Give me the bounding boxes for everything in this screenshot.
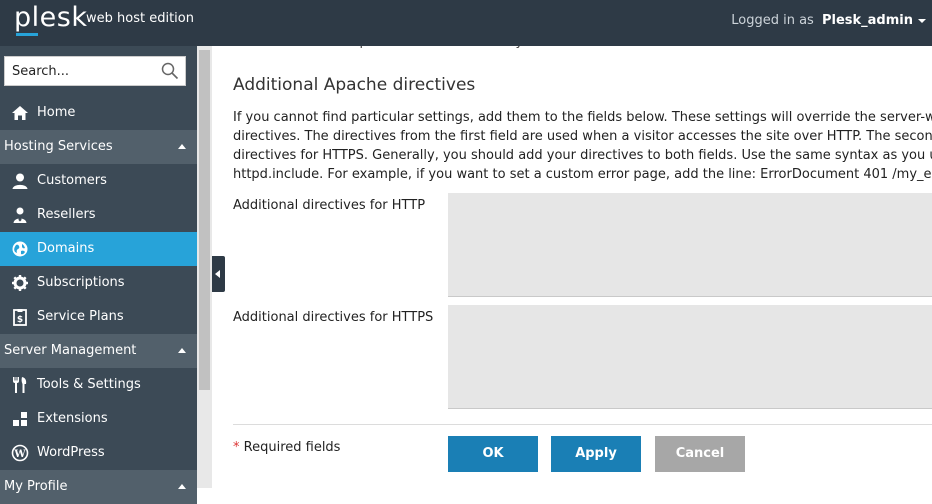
- https-directives-label: Additional directives for HTTPS: [233, 310, 434, 325]
- sidebar-item-label: Extensions: [37, 411, 108, 426]
- edition-label: web host edition: [86, 11, 194, 26]
- svg-text:$: $: [17, 315, 23, 325]
- sidebar-item-label: Tools & Settings: [37, 377, 141, 392]
- sidebar-item-customers[interactable]: Customers: [0, 164, 197, 198]
- sidebar-item-service-plans[interactable]: $ Service Plans: [0, 300, 197, 334]
- sidebar-item-label: WordPress: [37, 445, 105, 460]
- sidebar-section-my-profile[interactable]: My Profile: [0, 470, 197, 504]
- wordpress-icon: W: [11, 444, 29, 462]
- sidebar-collapse-handle[interactable]: [212, 256, 225, 292]
- account-menu[interactable]: Logged in as Plesk_admin: [731, 13, 926, 28]
- description-line: If you cannot find particular settings, …: [233, 110, 932, 125]
- sidebar-section-hosting-services[interactable]: Hosting Services: [0, 130, 197, 164]
- required-fields-note: * Required fields: [233, 440, 340, 455]
- sidebar-item-domains[interactable]: Domains: [0, 232, 197, 266]
- scrollbar-thumb[interactable]: [199, 50, 210, 390]
- section-label: Hosting Services: [4, 139, 113, 154]
- sidebar-item-label: Home: [37, 105, 76, 120]
- chevron-up-icon: [178, 484, 186, 489]
- username[interactable]: Plesk_admin: [822, 13, 913, 28]
- cancel-button[interactable]: Cancel: [655, 436, 745, 472]
- sidebar-item-subscriptions[interactable]: Subscriptions: [0, 266, 197, 300]
- sidebar-item-resellers[interactable]: Resellers: [0, 198, 197, 232]
- extensions-icon: [13, 412, 27, 426]
- sidebar-scrollbar[interactable]: [197, 46, 212, 488]
- section-label: My Profile: [4, 479, 68, 494]
- http-directives-label: Additional directives for HTTP: [233, 198, 426, 213]
- sidebar-item-tools-settings[interactable]: Tools & Settings: [0, 368, 197, 402]
- chevron-up-icon: [178, 144, 186, 149]
- http-directives-field[interactable]: [448, 193, 932, 297]
- sidebar-item-label: Customers: [37, 173, 107, 188]
- gear-icon: [12, 275, 28, 291]
- section-label: Server Management: [4, 343, 137, 358]
- chevron-down-icon[interactable]: [918, 18, 926, 23]
- description-line: directives for HTTPS. Generally, you sho…: [233, 148, 932, 163]
- description-line: directives. The directives from the firs…: [233, 129, 932, 144]
- logo-underline: [16, 33, 38, 36]
- globe-icon: [12, 241, 28, 257]
- sidebar-item-wordpress[interactable]: W WordPress: [0, 436, 197, 470]
- plesk-logo[interactable]: plesk: [14, 2, 87, 33]
- chevron-up-icon: [178, 348, 186, 353]
- svg-text:W: W: [13, 449, 26, 460]
- sidebar-item-extensions[interactable]: Extensions: [0, 402, 197, 436]
- divider: [233, 424, 932, 425]
- home-icon: [12, 106, 28, 120]
- plan-icon: $: [13, 309, 27, 326]
- sidebar-item-label: Subscriptions: [37, 275, 125, 290]
- search-box[interactable]: [4, 56, 186, 86]
- search-input[interactable]: [5, 57, 155, 85]
- sidebar-section-server-management[interactable]: Server Management: [0, 334, 197, 368]
- ok-button[interactable]: OK: [448, 436, 538, 472]
- logged-in-prefix: Logged in as: [731, 13, 814, 28]
- apply-button[interactable]: Apply: [551, 436, 641, 472]
- top-bar: plesk web host edition Logged in as Ples…: [0, 0, 932, 46]
- tools-icon: [13, 377, 27, 393]
- section-title: Additional Apache directives: [233, 75, 476, 95]
- sidebar-item-label: Domains: [37, 241, 95, 256]
- required-star: *: [233, 440, 240, 455]
- search-icon[interactable]: [161, 62, 179, 80]
- sidebar-item-home[interactable]: Home: [0, 96, 197, 130]
- required-text: Required fields: [243, 440, 341, 455]
- sidebar-item-label: Service Plans: [37, 309, 124, 324]
- sidebar-item-label: Resellers: [37, 207, 96, 222]
- description-line: httpd.include. For example, if you want …: [233, 167, 932, 182]
- user-icon: [12, 173, 28, 189]
- description: If you cannot find particular settings, …: [233, 108, 932, 184]
- sidebar: Home Hosting Services Customers Reseller…: [0, 46, 197, 504]
- https-directives-field[interactable]: [448, 305, 932, 409]
- reseller-icon: [13, 207, 27, 223]
